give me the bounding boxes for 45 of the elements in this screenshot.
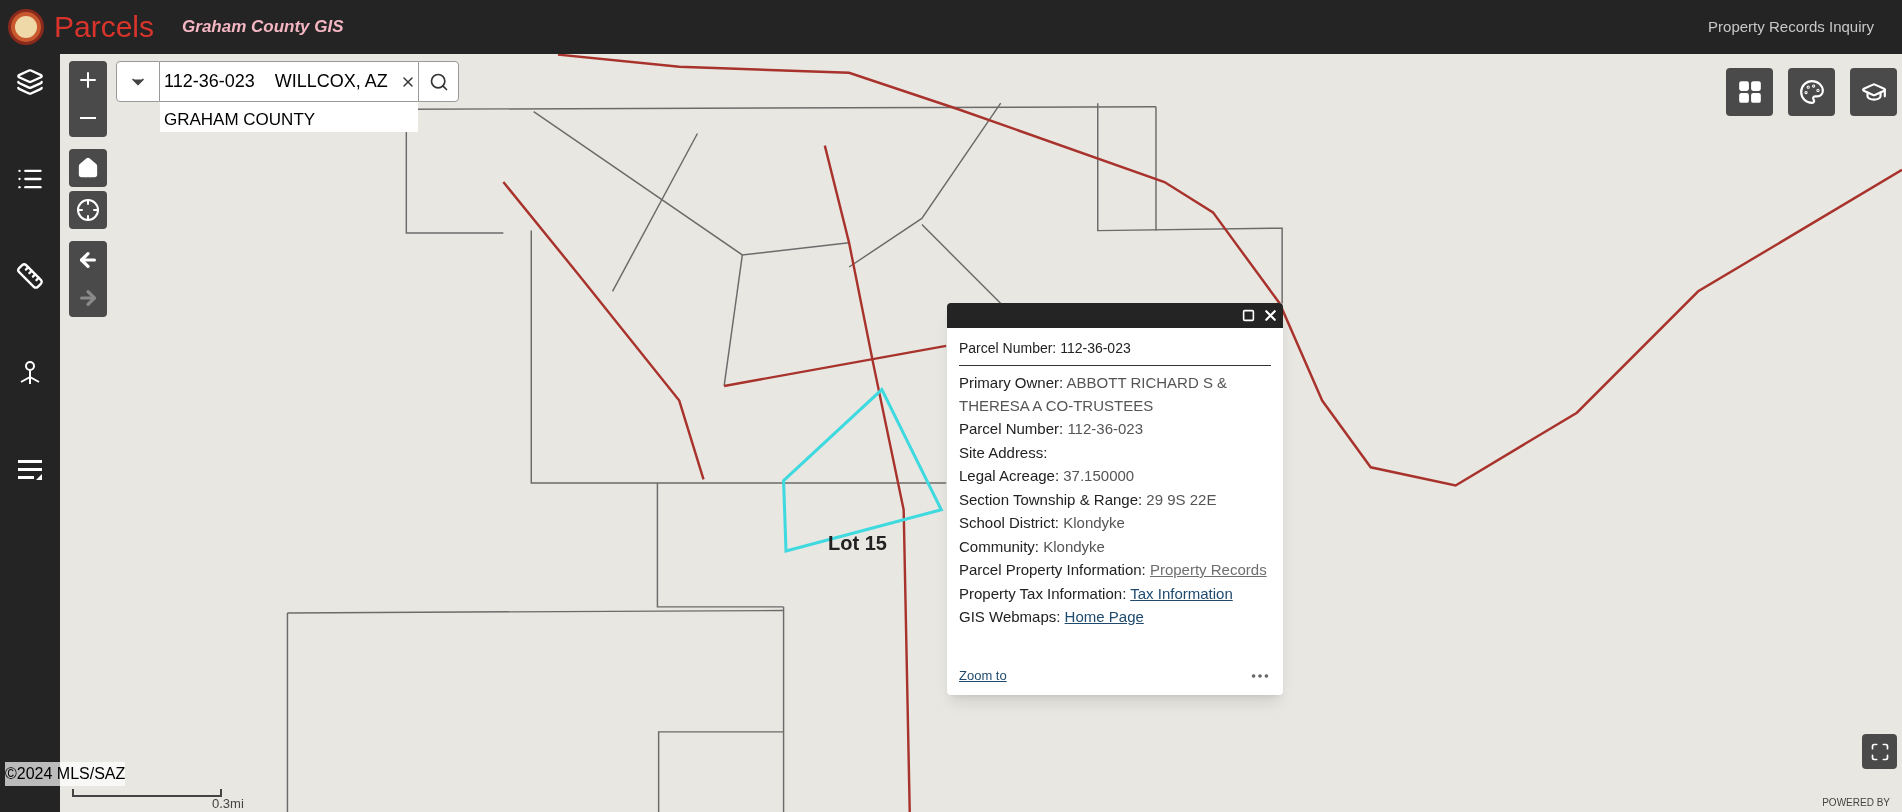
fullscreen-icon [1869,741,1890,762]
app-title: Parcels [54,12,155,42]
grid-icon [1736,79,1763,105]
app-subtitle: Graham County GIS [182,16,344,39]
symbology-button[interactable] [1788,68,1835,116]
popup-field: Parcel Property Information: Property Records [959,559,1271,582]
maximize-icon [1241,309,1255,322]
search-source-dropdown[interactable] [116,61,160,102]
map-attribution: ©2024 MLS/SAZ [5,762,126,786]
popup-field: Section Township & Range: 29 9S 22E [959,488,1271,511]
palette-icon [1798,79,1825,105]
tutorial-button[interactable] [1850,68,1897,116]
zoom-to-link[interactable]: Zoom to [959,666,1007,686]
popup-field: Property Tax Information: Tax Information [959,582,1271,605]
popup-link[interactable]: Home Page [1064,608,1144,625]
search-button[interactable] [418,61,459,102]
scale-label: 0.3mi [212,795,244,812]
property-records-link[interactable]: Property Records Inquiry [1708,15,1874,39]
search-icon [428,71,449,92]
popup-field: GIS Webmaps: Home Page [959,606,1271,629]
home-icon [77,157,99,179]
location-network-icon [18,360,42,386]
popup-field: Primary Owner: ABBOTT RICHARD S & THERESA A CO-TRUSTEES [959,372,1271,417]
locate-button[interactable] [69,191,107,229]
basemap-gallery-button[interactable] [1726,68,1773,116]
county-seal-logo [8,9,44,45]
ruler-icon [16,262,44,290]
popup-title: Parcel Number: 112-36-023 [959,338,1271,366]
lot-label: Lot 15 [828,531,887,556]
fullscreen-button[interactable] [1862,734,1897,769]
popup-link[interactable]: Property Records [1149,561,1267,578]
esri-attribution: POWERED BY [1822,796,1890,810]
popup-link[interactable]: Tax Information [1130,584,1233,602]
crosshair-icon [76,198,100,222]
popup-field: School District: Klondyke [959,512,1271,535]
search-field[interactable]: 112-36-023 WILLCOX, AZ [160,61,418,102]
home-button[interactable] [69,149,107,187]
popup-field: Legal Acreage: 37.150000 [959,465,1271,488]
layers-icon [16,68,44,96]
search-suggestion[interactable]: GRAHAM COUNTY [160,102,418,132]
popup-field: Community: Klondyke [959,535,1271,558]
popup-field: Parcel Number: 112-36-023 [959,418,1271,441]
popup-field: Site Address: [959,441,1271,464]
minus-icon [80,117,96,119]
edit-list-icon [17,458,43,482]
